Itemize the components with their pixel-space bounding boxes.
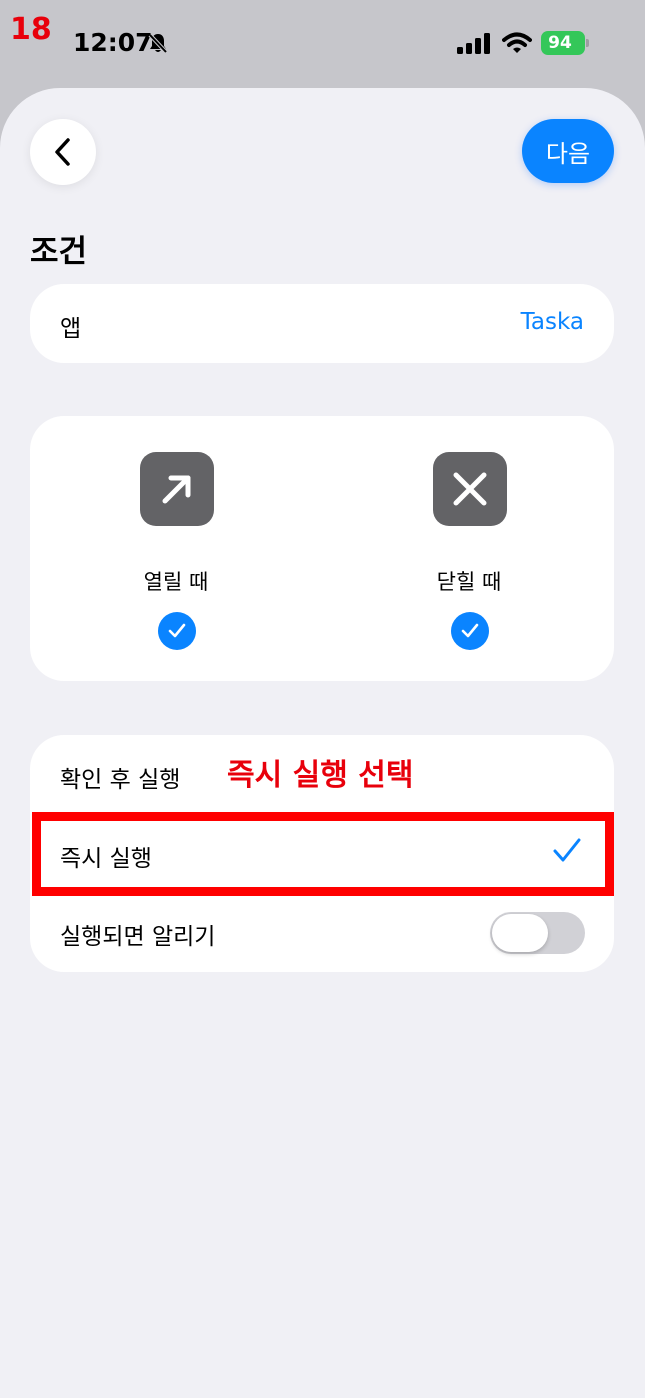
battery-icon: 94 bbox=[541, 31, 589, 55]
trigger-open[interactable]: 열릴 때 bbox=[96, 452, 256, 652]
option-confirm-run[interactable]: 확인 후 실행 bbox=[60, 760, 180, 794]
checkmark-icon bbox=[461, 623, 479, 638]
section-title: 조건 bbox=[30, 234, 88, 270]
highlight-box bbox=[32, 812, 614, 896]
trigger-close-label: 닫힐 때 bbox=[436, 570, 502, 594]
back-button[interactable] bbox=[30, 119, 96, 185]
annotation-text: 즉시 실행 선택 bbox=[227, 758, 414, 793]
trigger-open-label: 열릴 때 bbox=[143, 570, 209, 594]
app-label: 앱 bbox=[60, 316, 82, 342]
arrow-up-right-icon bbox=[162, 475, 191, 504]
next-button[interactable]: 다음 bbox=[522, 119, 614, 183]
app-row[interactable]: 앱 Taska bbox=[30, 284, 614, 363]
trigger-close-tile bbox=[433, 452, 507, 526]
trigger-open-checkbox[interactable] bbox=[158, 612, 196, 650]
status-bar: 18 12:07 94 bbox=[0, 0, 645, 88]
battery-cap bbox=[586, 39, 589, 47]
signal-icon bbox=[457, 33, 490, 54]
checkmark-icon bbox=[168, 623, 186, 638]
chevron-left-icon bbox=[55, 138, 70, 166]
trigger-card: 열릴 때 닫힐 때 bbox=[30, 416, 614, 681]
option-notify-label: 실행되면 알리기 bbox=[60, 924, 216, 950]
trigger-open-tile bbox=[140, 452, 214, 526]
battery-level: 94 bbox=[541, 31, 585, 55]
notify-toggle[interactable] bbox=[490, 912, 585, 954]
trigger-close[interactable]: 닫힐 때 bbox=[389, 452, 549, 652]
trigger-close-checkbox[interactable] bbox=[451, 612, 489, 650]
sheet: 다음 조건 앱 Taska 열릴 때 닫힐 때 확인 후 실행 즉시 실행 선택… bbox=[0, 88, 645, 1398]
app-value[interactable]: Taska bbox=[521, 309, 584, 335]
wifi-icon bbox=[502, 32, 532, 53]
step-number: 18 bbox=[10, 12, 52, 47]
bell-slash-icon bbox=[148, 33, 168, 54]
status-time: 12:07 bbox=[73, 28, 153, 57]
toggle-knob bbox=[492, 914, 548, 952]
close-icon bbox=[453, 472, 487, 506]
